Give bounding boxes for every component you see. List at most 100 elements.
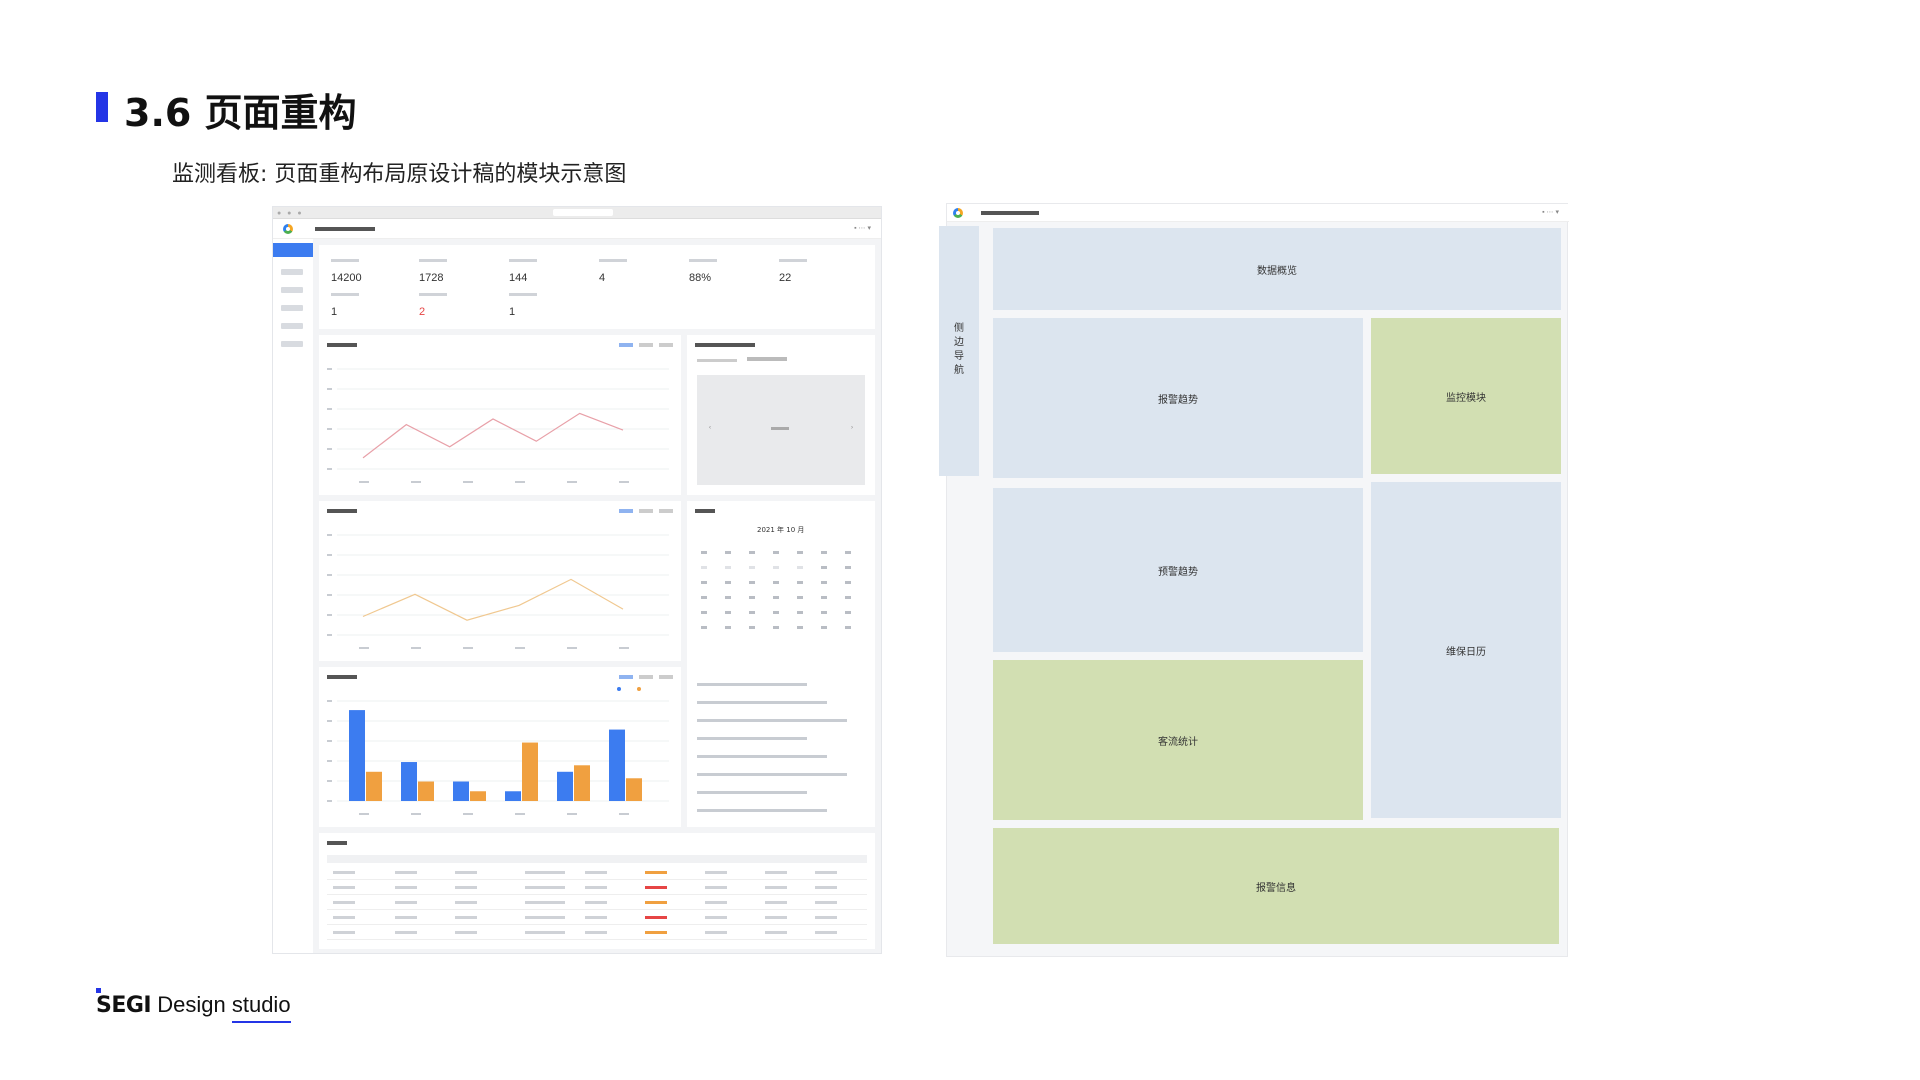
block-warning-trend: 预警趋势 [993,488,1363,652]
calendar-day[interactable] [701,626,707,629]
calendar-day[interactable] [773,596,779,599]
table-cell [765,901,787,904]
kpi-value: 4 [599,272,606,284]
bar-series-b [626,778,642,801]
calendar-day[interactable] [797,566,803,569]
x-tick-label [359,647,369,649]
y-tick-label [327,780,332,782]
table-cell [645,871,667,874]
wireframe-header: ▪ ⋯ ▾ [947,204,1569,222]
table-cell [525,916,565,919]
calendar-day[interactable] [773,626,779,629]
table-cell [525,871,565,874]
x-tick-label [619,647,629,649]
brand-studio: studio [231,992,291,1017]
alarm-info-table-card [319,833,875,949]
calendar-day[interactable] [773,611,779,614]
calendar-day[interactable] [797,551,803,554]
calendar-day[interactable] [749,566,755,569]
alarm-trend-line-chart [327,368,669,483]
table-cell [585,931,607,934]
maintenance-event-line [697,701,827,704]
calendar-day[interactable] [821,626,827,629]
y-tick-label [327,388,332,390]
table-row [327,909,867,910]
table-cell [815,886,837,889]
table-cell [765,886,787,889]
y-tick-label [327,574,332,576]
warning-trend-line-chart [327,534,669,649]
calendar-day[interactable] [797,581,803,584]
app-title-placeholder [981,211,1039,215]
table-cell [705,886,727,889]
calendar-day[interactable] [725,581,731,584]
bar-series-a [401,762,417,801]
calendar-day[interactable] [821,581,827,584]
calendar-day[interactable] [749,611,755,614]
kpi-value: 2 [419,306,426,318]
calendar-day[interactable] [845,626,851,629]
bar-series-b [574,765,590,801]
calendar-day[interactable] [725,566,731,569]
calendar-day[interactable] [701,611,707,614]
calendar-day[interactable] [701,581,707,584]
calendar-day[interactable] [773,581,779,584]
calendar-day[interactable] [725,626,731,629]
calendar-day[interactable] [725,551,731,554]
calendar-day[interactable] [725,611,731,614]
table-cell [525,886,565,889]
calendar-day[interactable] [821,611,827,614]
calendar-day[interactable] [797,611,803,614]
next-icon[interactable]: › [851,425,853,431]
calendar-day[interactable] [749,626,755,629]
series-line [362,412,624,459]
calendar-day[interactable] [701,551,707,554]
y-tick-label [327,594,332,596]
calendar-day[interactable] [821,566,827,569]
side-nav-item [281,287,303,293]
calendar-day[interactable] [749,551,755,554]
y-tick-label [327,534,332,536]
maintenance-calendar-card: 2021 年 10 月 [687,501,875,827]
video-player[interactable]: ‹ › [697,375,865,485]
side-nav-item [281,305,303,311]
slide-title: 3.6 页面重构 [124,91,357,135]
kpi-item: 4 [599,259,627,286]
calendar-day[interactable] [821,551,827,554]
calendar-day[interactable] [749,596,755,599]
calendar-day[interactable] [725,596,731,599]
calendar-day[interactable] [845,581,851,584]
table-cell [585,871,607,874]
calendar-day[interactable] [845,611,851,614]
calendar-day[interactable] [821,596,827,599]
calendar-day[interactable] [845,566,851,569]
video-meta [697,359,737,362]
calendar-day[interactable] [845,551,851,554]
original-dashboard-screenshot: ● ● ● ▪ ⋯ ▾ 14200 1728 144 4 88% 22 1 2 … [272,206,882,954]
y-tick-label [327,428,332,430]
calendar-day[interactable] [701,566,707,569]
table-row [327,879,867,880]
browser-bar: ● ● ● [273,207,881,219]
kpi-value: 14200 [331,272,362,284]
table-cell [395,901,417,904]
calendar-day[interactable] [845,596,851,599]
calendar-day[interactable] [749,581,755,584]
x-tick-label [619,481,629,483]
play-label [771,427,789,430]
calendar-day[interactable] [773,566,779,569]
calendar-day[interactable] [773,551,779,554]
address-bar [553,209,613,216]
calendar-day[interactable] [701,596,707,599]
calendar-day[interactable] [797,596,803,599]
kpi-value: 88% [689,272,712,284]
table-cell [395,886,417,889]
maintenance-event-line [697,755,827,758]
table-row [327,939,867,940]
calendar-day[interactable] [797,626,803,629]
table-cell [525,901,565,904]
table-cell [705,871,727,874]
bar-series-a [349,710,365,801]
prev-icon[interactable]: ‹ [709,425,711,431]
table-cell [333,886,355,889]
